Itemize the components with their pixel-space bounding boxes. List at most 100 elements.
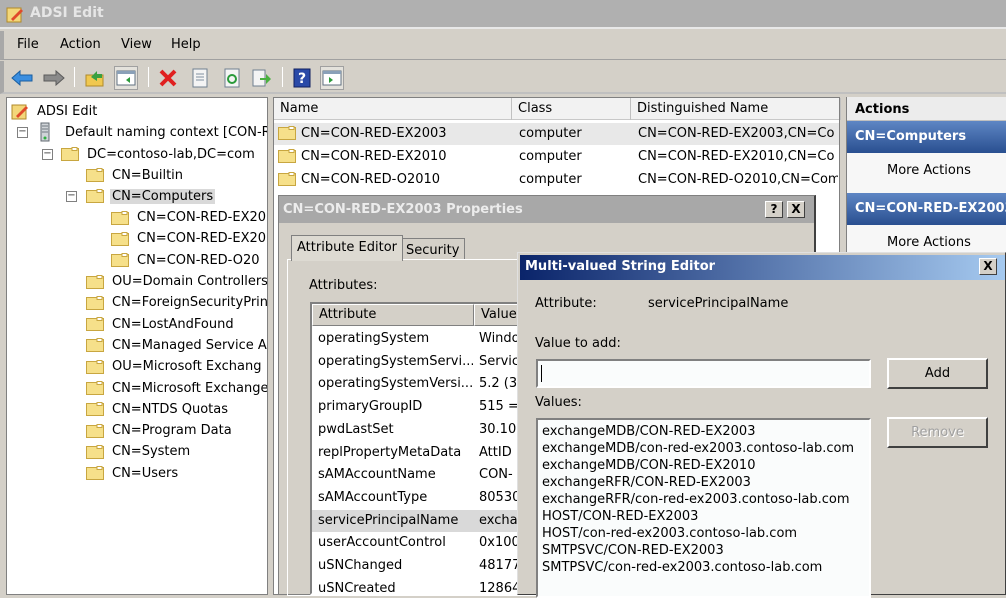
- attribute-row[interactable]: sAMAccountType 80530: [312, 487, 518, 509]
- tree-item[interactable]: CN=Users: [86, 463, 180, 483]
- attribute-value: 0x100: [479, 535, 520, 551]
- tree-item[interactable]: CN=CON-RED-O20: [111, 250, 262, 270]
- tree-item-label: CN=Microsoft Exchange: [112, 380, 268, 396]
- tree-item[interactable]: CN=Microsoft Exchange: [86, 378, 268, 398]
- tree-item-label: CN=Builtin: [112, 167, 184, 183]
- tree-item[interactable]: CN=Builtin: [86, 165, 185, 185]
- value-item[interactable]: exchangeMDB/con-red-ex2003.contoso-lab.c…: [540, 440, 869, 457]
- tree-root[interactable]: ADSI Edit: [11, 101, 99, 121]
- column-distinguished-name[interactable]: Distinguished Name: [631, 98, 841, 120]
- action-group-selected[interactable]: CN=CON-RED-EX2003: [847, 193, 1006, 225]
- tree-item[interactable]: CN=CON-RED-EX20: [111, 208, 267, 228]
- value-item[interactable]: HOST/CON-RED-EX2003: [540, 508, 869, 525]
- attribute-name: userAccountControl: [318, 535, 446, 551]
- up-folder-icon[interactable]: [83, 66, 107, 90]
- more-actions-computers[interactable]: More Actions: [847, 153, 1006, 193]
- attributes-label: Attributes:: [309, 278, 378, 293]
- attribute-name-value: servicePrincipalName: [648, 296, 789, 311]
- list-row[interactable]: CN=CON-RED-O2010 computer CN=CON-RED-O2010…: [274, 169, 839, 191]
- back-icon[interactable]: [10, 66, 34, 90]
- column-attribute[interactable]: Attribute: [312, 304, 474, 326]
- help-icon[interactable]: ?: [290, 66, 314, 90]
- show-hide-action-pane-icon[interactable]: [320, 66, 344, 90]
- export-list-icon[interactable]: [250, 66, 274, 90]
- add-button[interactable]: Add: [887, 358, 988, 389]
- tab-security[interactable]: Security: [400, 238, 466, 260]
- list-row[interactable]: CN=CON-RED-EX2003 computer CN=CON-RED-EX20…: [274, 123, 839, 145]
- tree-item[interactable]: CN=LostAndFound: [86, 314, 236, 334]
- tree-item[interactable]: CN=Managed Service A: [86, 335, 267, 355]
- help-button[interactable]: ?: [765, 201, 783, 218]
- values-list[interactable]: exchangeMDB/CON-RED-EX2003 exchangeMDB/co…: [536, 418, 871, 598]
- attribute-row[interactable]: uSNCreated 12864: [312, 578, 518, 593]
- forward-icon[interactable]: [42, 66, 66, 90]
- column-name[interactable]: Name: [274, 98, 512, 120]
- value-to-add-input[interactable]: [536, 359, 871, 388]
- collapse-computers-icon[interactable]: −: [66, 191, 77, 203]
- value-item[interactable]: SMTPSVC/CON-RED-EX2003: [540, 542, 869, 559]
- value-item[interactable]: HOST/con-red-ex2003.contoso-lab.com: [540, 525, 869, 542]
- attribute-name: uSNChanged: [318, 558, 403, 573]
- show-hide-console-tree-icon[interactable]: [114, 66, 138, 90]
- list-cell-class: computer: [519, 126, 582, 141]
- string-editor-close-button[interactable]: X: [979, 258, 997, 275]
- folder-icon: [86, 338, 104, 353]
- attribute-row[interactable]: pwdLastSet 30.10: [312, 419, 518, 441]
- text-cursor: [541, 365, 542, 382]
- tree-item[interactable]: CN=CON-RED-EX20: [111, 229, 267, 249]
- value-item[interactable]: exchangeRFR/CON-RED-EX2003: [540, 474, 869, 491]
- attribute-row[interactable]: operatingSystemVersi... 5.2 (3: [312, 373, 518, 395]
- attribute-row[interactable]: userAccountControl 0x100: [312, 532, 518, 554]
- attribute-row[interactable]: replPropertyMetaData AttID: [312, 442, 518, 464]
- tree-item[interactable]: OU=Microsoft Exchang: [86, 357, 263, 377]
- attribute-row[interactable]: sAMAccountName CON-: [312, 464, 518, 486]
- menu-help[interactable]: Help: [171, 37, 201, 52]
- attribute-row[interactable]: operatingSystem Windo: [312, 328, 518, 350]
- value-item[interactable]: exchangeRFR/con-red-ex2003.contoso-lab.c…: [540, 491, 869, 508]
- menu-file[interactable]: File: [17, 37, 39, 52]
- collapse-context-icon[interactable]: −: [17, 127, 28, 138]
- value-item[interactable]: exchangeMDB/CON-RED-EX2003: [540, 423, 869, 440]
- tree-domain[interactable]: DC=contoso-lab,DC=com: [61, 144, 257, 164]
- folder-icon: [86, 317, 104, 332]
- attribute-row[interactable]: operatingSystemServi... Servic: [312, 351, 518, 373]
- value-item[interactable]: exchangeMDB/CON-RED-EX2010: [540, 457, 869, 474]
- tree-item[interactable]: CN=System: [86, 442, 192, 462]
- list-cell-dn: CN=CON-RED-EX2003,CN=Co: [638, 126, 835, 141]
- collapse-domain-icon[interactable]: −: [42, 149, 53, 160]
- tree-item[interactable]: CN=Computers: [86, 186, 216, 206]
- tree-item[interactable]: OU=Domain Controllers: [86, 272, 267, 292]
- delete-icon[interactable]: [156, 66, 180, 90]
- tree-item[interactable]: CN=ForeignSecurityPrin: [86, 293, 267, 313]
- actions-header: Actions: [847, 97, 1006, 121]
- attribute-value: 30.10: [479, 421, 517, 437]
- attribute-name: sAMAccountName: [318, 467, 436, 483]
- menu-action[interactable]: Action: [60, 37, 101, 52]
- column-class[interactable]: Class: [512, 98, 631, 120]
- properties-close-button[interactable]: X: [787, 201, 805, 218]
- tree-naming-context[interactable]: Default naming context [CON-R: [39, 122, 267, 142]
- properties-icon[interactable]: [188, 66, 212, 90]
- attribute-row[interactable]: uSNChanged 48177: [312, 555, 518, 577]
- folder-icon: [111, 231, 129, 246]
- list-row[interactable]: CN=CON-RED-EX2010 computer CN=CON-RED-EX20…: [274, 146, 839, 168]
- folder-icon: [86, 444, 104, 459]
- attribute-value: 80530: [479, 489, 520, 505]
- column-value[interactable]: Value: [474, 304, 518, 326]
- value-item[interactable]: SMTPSVC/con-red-ex2003.contoso-lab.com: [540, 559, 869, 576]
- refresh-icon[interactable]: [220, 66, 244, 90]
- attribute-row[interactable]: primaryGroupID 515 =: [312, 396, 518, 418]
- tree-item-label: CN=Managed Service A: [112, 337, 267, 353]
- list-cell-class: computer: [519, 149, 582, 164]
- tree-item-label: CN=CON-RED-EX20: [137, 210, 267, 226]
- attribute-name: operatingSystem: [318, 331, 430, 346]
- attribute-row[interactable]: servicePrincipalName excha: [312, 509, 518, 532]
- folder-icon: [86, 189, 104, 204]
- tree-item[interactable]: CN=Program Data: [86, 421, 234, 441]
- tab-attribute-editor[interactable]: Attribute Editor: [291, 235, 404, 261]
- attribute-name: primaryGroupID: [318, 399, 423, 415]
- action-group-computers[interactable]: CN=Computers: [847, 121, 1006, 153]
- menu-view[interactable]: View: [121, 37, 152, 52]
- tree-item[interactable]: CN=NTDS Quotas: [86, 399, 230, 419]
- remove-button[interactable]: Remove: [887, 417, 988, 448]
